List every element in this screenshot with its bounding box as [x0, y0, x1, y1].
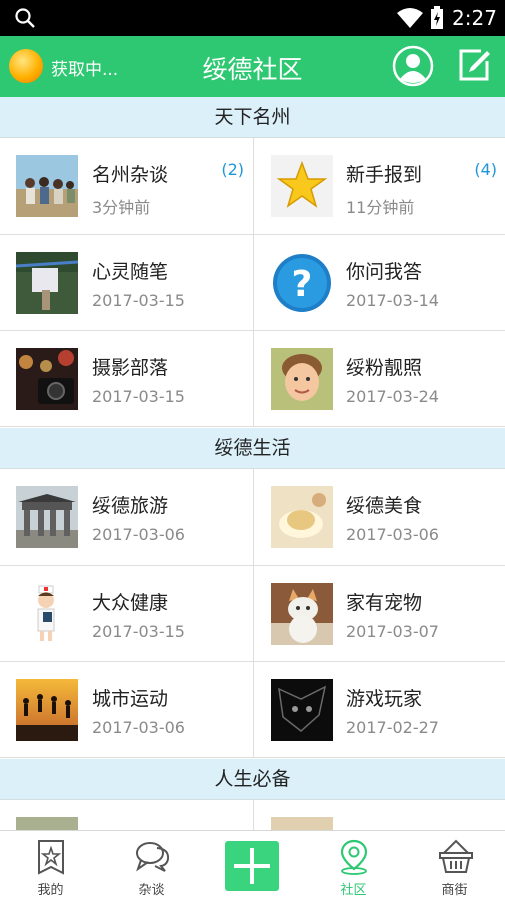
clothesline-photo-icon — [16, 252, 78, 314]
user-icon[interactable] — [392, 45, 434, 87]
forum-item-health[interactable]: 大众健康 2017-03-15 — [0, 566, 252, 661]
clock: 2:27 — [452, 6, 497, 30]
profile-star-icon — [38, 840, 64, 875]
forum-row: 绥德旅游 2017-03-06 绥德美食 2017-03-06 — [0, 469, 505, 566]
new-post-badge: (2) — [221, 160, 244, 179]
nav-label: 社区 — [340, 883, 367, 898]
forum-updated: 2017-03-06 — [346, 525, 439, 544]
forum-item-sports[interactable]: 城市运动 2017-03-06 — [0, 662, 252, 757]
forum-row: 名州杂谈 3分钟前 (2) 新手报到 11分钟前 (4) — [0, 138, 505, 235]
forum-item-qa[interactable]: ? 你问我答 2017-03-14 — [253, 235, 505, 330]
search-icon[interactable] — [14, 7, 36, 29]
battery-icon — [431, 6, 443, 29]
forum-row: 城市运动 2017-03-06 游戏玩家 2017-02-27 — [0, 662, 505, 758]
forum-title: 绥德旅游 — [92, 495, 169, 517]
question-icon: ? — [273, 254, 331, 312]
forum-item-photography[interactable]: 摄影部落 2017-03-15 — [0, 331, 252, 426]
forum-row: 摄影部落 2017-03-15 绥粉靓照 2017-03-24 — [0, 331, 505, 427]
forum-item-food[interactable]: 绥德美食 2017-03-06 — [253, 469, 505, 565]
forum-updated: 3分钟前 — [92, 198, 151, 217]
forum-updated: 2017-03-06 — [92, 525, 185, 544]
nav-label: 商街 — [441, 883, 468, 898]
forum-title: 城市运动 — [92, 688, 169, 710]
forum-updated: 2017-03-07 — [346, 622, 439, 641]
location-pin-icon — [340, 839, 368, 875]
forum-title: 你问我答 — [346, 261, 423, 283]
forum-item-pets[interactable]: 家有宠物 2017-03-07 — [253, 566, 505, 661]
forum-title: 家有宠物 — [346, 592, 423, 614]
section-header: 绥德生活 — [0, 428, 505, 469]
cat-photo-icon — [271, 583, 333, 645]
forum-updated: 2017-03-15 — [92, 291, 185, 310]
star-icon — [271, 155, 333, 217]
forum-title: 摄影部落 — [92, 357, 169, 379]
forum-updated: 2017-02-27 — [346, 718, 439, 737]
forum-row: 心灵随笔 2017-03-15 ? 你问我答 2017-03-14 — [0, 235, 505, 331]
camera-photo-icon — [16, 348, 78, 410]
chat-icon — [136, 842, 170, 872]
forum-updated: 2017-03-15 — [92, 622, 185, 641]
nav-shops[interactable]: 商街 — [404, 831, 505, 900]
svg-text:?: ? — [292, 264, 313, 305]
partial-photo-icon — [16, 817, 78, 830]
forum-updated: 2017-03-15 — [92, 387, 185, 406]
child-photo-icon — [271, 348, 333, 410]
forum-title: 大众健康 — [92, 592, 169, 614]
forum-title: 游戏玩家 — [346, 688, 423, 710]
forum-row: 大众健康 2017-03-15 家有宠物 2017-03-07 — [0, 566, 505, 662]
forum-item-partial[interactable] — [253, 800, 505, 830]
food-photo-icon — [271, 486, 333, 548]
forum-title: 心灵随笔 — [92, 261, 169, 283]
forum-item-newcomer[interactable]: 新手报到 11分钟前 (4) — [253, 138, 505, 234]
plus-icon[interactable] — [225, 841, 279, 891]
forum-item-fan-photos[interactable]: 绥粉靓照 2017-03-24 — [253, 331, 505, 426]
archway-photo-icon — [16, 486, 78, 548]
forum-updated: 2017-03-24 — [346, 387, 439, 406]
partial-photo-icon — [271, 817, 333, 830]
forum-updated: 2017-03-06 — [92, 718, 185, 737]
people-photo-icon — [16, 155, 78, 217]
nav-my[interactable]: 我的 — [0, 831, 101, 900]
nav-post[interactable] — [202, 831, 303, 900]
section-header: 人生必备 — [0, 759, 505, 800]
bottom-navigation: 我的 杂谈 社区 商街 — [0, 830, 505, 900]
forum-item-partial[interactable] — [0, 800, 252, 830]
forum-item-tourism[interactable]: 绥德旅游 2017-03-06 — [0, 469, 252, 565]
nav-label: 杂谈 — [138, 883, 165, 898]
forum-updated: 2017-03-14 — [346, 291, 439, 310]
new-post-badge: (4) — [474, 160, 497, 179]
forum-title: 绥德美食 — [346, 495, 423, 517]
forum-item-gamers[interactable]: 游戏玩家 2017-02-27 — [253, 662, 505, 757]
section-header: 天下名州 — [0, 97, 505, 138]
forum-title: 新手报到 — [346, 164, 423, 186]
nav-label: 我的 — [37, 883, 64, 898]
basket-icon — [439, 839, 473, 873]
game-photo-icon — [271, 679, 333, 741]
forum-item-essays[interactable]: 心灵随笔 2017-03-15 — [0, 235, 252, 330]
edit-icon[interactable] — [457, 47, 493, 83]
jumping-photo-icon — [16, 679, 78, 741]
wifi-icon — [397, 8, 423, 28]
forum-row — [0, 800, 505, 830]
nav-chat[interactable]: 杂谈 — [101, 831, 202, 900]
forum-updated: 11分钟前 — [346, 198, 415, 217]
nurse-icon — [16, 583, 78, 645]
nav-community[interactable]: 社区 — [303, 831, 404, 900]
forum-title: 绥粉靓照 — [346, 357, 423, 379]
status-bar: 2:27 — [0, 0, 505, 36]
forum-item-mingzhou-chat[interactable]: 名州杂谈 3分钟前 (2) — [0, 138, 252, 234]
forum-title: 名州杂谈 — [92, 164, 169, 186]
app-header: 获取中... 绥德社区 — [0, 36, 505, 97]
